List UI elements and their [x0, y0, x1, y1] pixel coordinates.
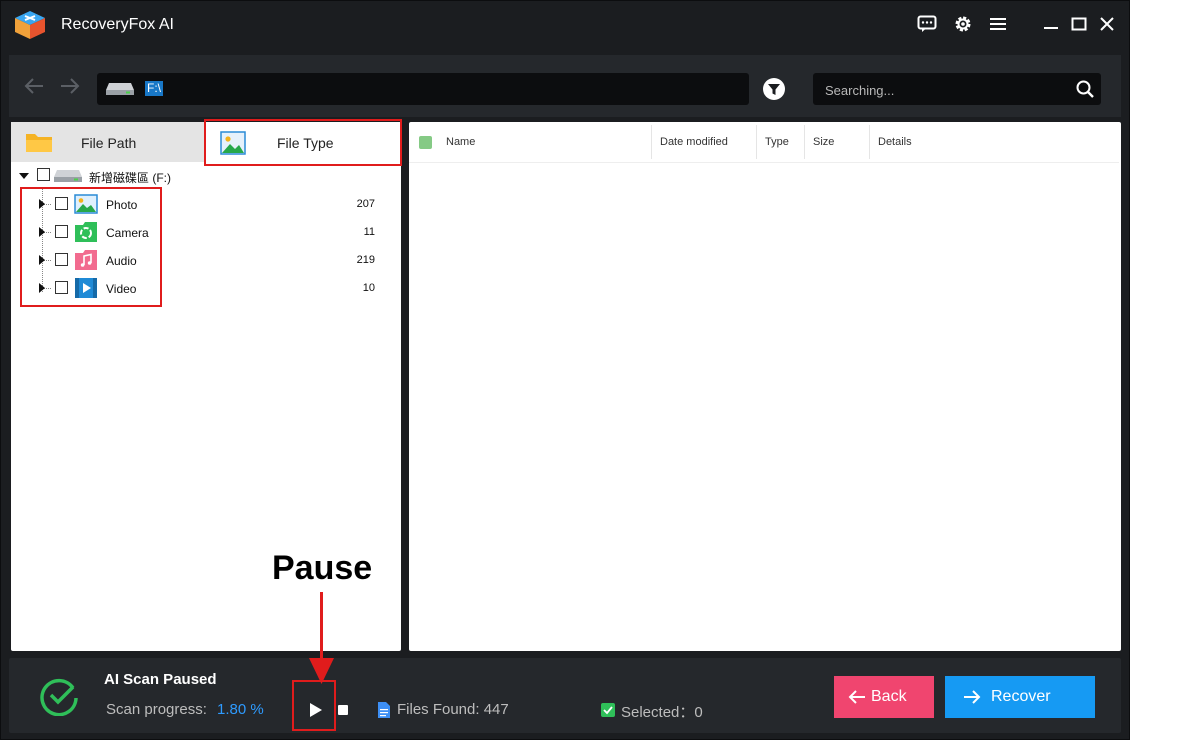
- document-icon: [378, 702, 390, 718]
- column-details[interactable]: Details: [878, 122, 912, 162]
- maximize-button[interactable]: [1067, 12, 1091, 36]
- image-icon: [220, 131, 246, 155]
- tab-file-path[interactable]: File Path: [11, 122, 206, 162]
- column-size[interactable]: Size: [813, 122, 834, 162]
- search-icon[interactable]: [1075, 79, 1095, 99]
- expand-arrow-icon[interactable]: [37, 199, 47, 209]
- search-box: [813, 73, 1101, 105]
- title-bar: RecoveryFox AI: [1, 1, 1131, 49]
- settings-button[interactable]: [951, 12, 975, 36]
- path-text[interactable]: F:\: [145, 81, 163, 96]
- collapse-arrow-icon[interactable]: [19, 171, 29, 181]
- file-list-panel: Name Date modified Type Size Details: [409, 122, 1121, 651]
- back-button[interactable]: Back: [834, 676, 934, 718]
- camera-label: Camera: [106, 226, 149, 240]
- tree-root[interactable]: 新增磁碟區 (F:): [11, 166, 391, 186]
- gear-icon: [955, 16, 971, 32]
- play-icon[interactable]: [306, 701, 324, 719]
- arrow-right-icon: [964, 690, 981, 704]
- path-bar[interactable]: F:\: [97, 73, 749, 105]
- tree-item-audio[interactable]: Audio 219: [11, 246, 401, 274]
- callout-arrow-line: [320, 592, 323, 664]
- forward-arrow-icon[interactable]: [59, 77, 81, 95]
- selected-count: Selected：0: [621, 704, 703, 721]
- column-separator: [756, 125, 757, 159]
- camera-checkbox[interactable]: [55, 225, 68, 238]
- audio-label: Audio: [106, 254, 137, 268]
- drive-icon: [106, 83, 134, 95]
- app-logo-icon: [15, 11, 45, 39]
- expand-arrow-icon[interactable]: [37, 283, 47, 293]
- tab-file-type[interactable]: File Type: [206, 122, 401, 162]
- feedback-button[interactable]: [915, 12, 939, 36]
- root-checkbox[interactable]: [37, 168, 50, 181]
- search-input[interactable]: [823, 79, 1067, 101]
- video-label: Video: [106, 282, 137, 296]
- arrow-left-icon: [848, 690, 865, 704]
- pause-callout-label: Pause: [272, 549, 373, 587]
- tree-item-photo[interactable]: Photo 207: [11, 190, 401, 218]
- minimize-icon: [1044, 27, 1058, 29]
- status-bar: AI Scan Paused Scan progress: 1.80 % Fil…: [9, 658, 1121, 733]
- filter-icon[interactable]: [762, 77, 786, 101]
- callout-arrow-head-icon: [309, 658, 334, 684]
- column-separator: [869, 125, 870, 159]
- back-button-label: Back: [871, 688, 907, 705]
- photo-checkbox[interactable]: [55, 197, 68, 210]
- column-separator: [651, 125, 652, 159]
- recover-button-label: Recover: [991, 688, 1051, 705]
- checkbox-checked-icon: [601, 703, 615, 717]
- expand-arrow-icon[interactable]: [37, 255, 47, 265]
- menu-button[interactable]: [986, 12, 1010, 36]
- app-window: RecoveryFox AI F:\ Searching... File Pat…: [0, 0, 1130, 740]
- recover-button[interactable]: Recover: [945, 676, 1095, 718]
- music-icon: [75, 250, 97, 270]
- expand-arrow-icon[interactable]: [37, 227, 47, 237]
- column-type[interactable]: Type: [765, 122, 789, 162]
- app-title: RecoveryFox AI: [61, 16, 174, 33]
- audio-count: 219: [356, 254, 375, 266]
- tab-file-path-label: File Path: [81, 135, 137, 151]
- minimize-button[interactable]: [1039, 12, 1063, 36]
- column-separator: [804, 125, 805, 159]
- video-count: 10: [362, 282, 375, 294]
- tree-item-video[interactable]: Video 10: [11, 274, 401, 302]
- video-checkbox[interactable]: [55, 281, 68, 294]
- maximize-icon: [1071, 17, 1087, 31]
- photo-icon: [74, 194, 98, 214]
- photo-count: 207: [356, 198, 375, 210]
- column-name[interactable]: Name: [446, 122, 475, 162]
- tree-root-label: 新增磁碟區 (F:): [89, 171, 171, 185]
- close-icon: [1100, 17, 1114, 31]
- drive-icon: [54, 170, 82, 182]
- hamburger-icon: [990, 18, 1006, 30]
- scan-progress-label: Scan progress:: [106, 701, 207, 718]
- chat-icon: [917, 15, 937, 32]
- scan-progress-value: 1.80 %: [217, 701, 264, 718]
- files-found-count: Files Found: 447: [397, 701, 509, 718]
- tab-file-type-label: File Type: [277, 135, 334, 151]
- check-circle-icon: [40, 678, 78, 716]
- stop-button[interactable]: [338, 705, 348, 715]
- folder-icon: [26, 134, 52, 152]
- toolbar: F:\: [9, 55, 1121, 117]
- audio-checkbox[interactable]: [55, 253, 68, 266]
- file-list-header: Name Date modified Type Size Details: [409, 122, 1119, 163]
- select-all-checkbox[interactable]: [419, 136, 432, 149]
- photo-label: Photo: [106, 198, 138, 212]
- camera-count: 11: [363, 226, 375, 238]
- scan-status-title: AI Scan Paused: [104, 671, 217, 688]
- video-icon: [75, 278, 97, 298]
- camera-icon: [75, 222, 97, 242]
- column-date-modified[interactable]: Date modified: [660, 122, 728, 162]
- back-arrow-icon[interactable]: [23, 77, 45, 95]
- close-button[interactable]: [1095, 12, 1119, 36]
- tree-item-camera[interactable]: Camera 11: [11, 218, 401, 246]
